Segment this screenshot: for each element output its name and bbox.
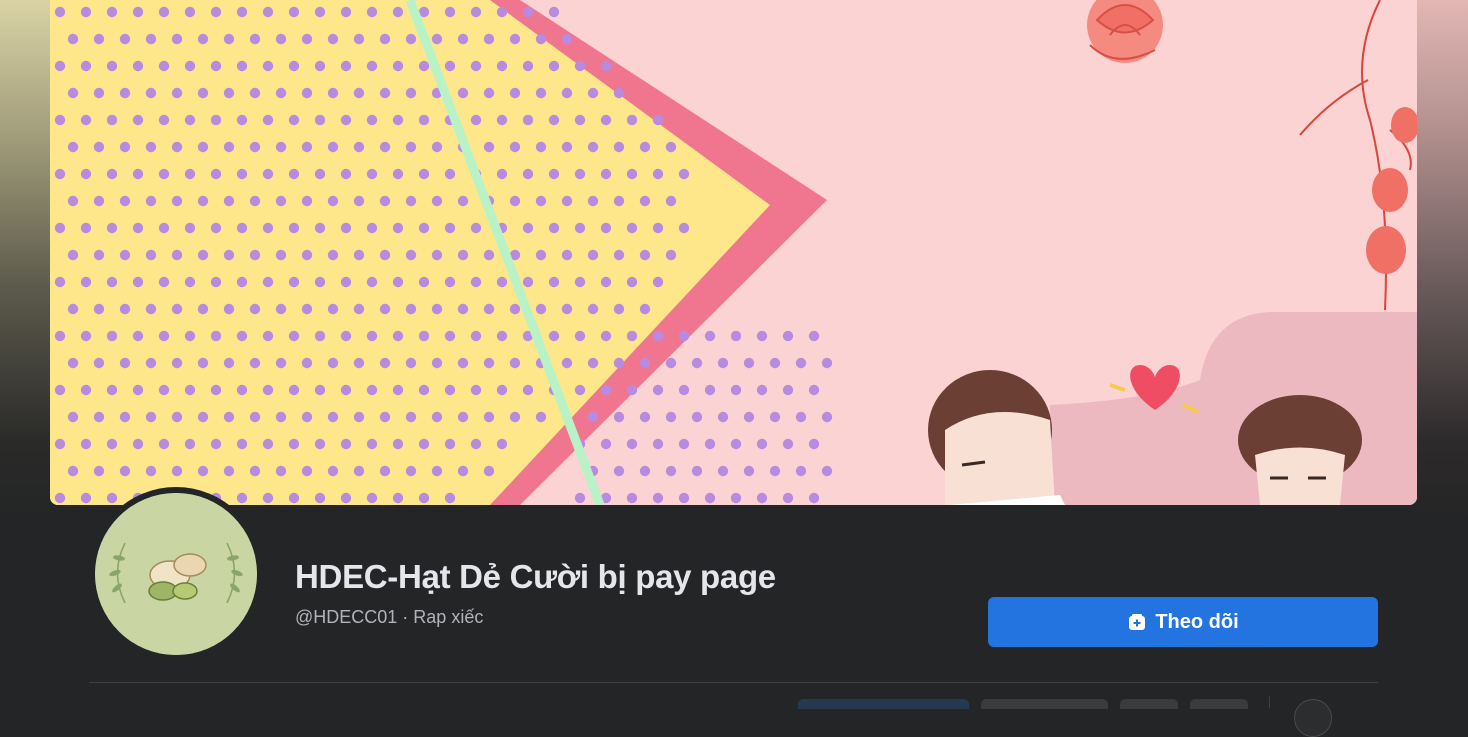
page-username: @HDECC01 — [295, 607, 398, 627]
background-blur-right — [1416, 0, 1468, 520]
actions-separator — [1269, 696, 1270, 708]
header-divider — [89, 682, 1378, 683]
action-button-partial-2[interactable] — [981, 699, 1108, 709]
action-button-partial-3[interactable] — [1120, 699, 1178, 709]
follow-page-icon — [1127, 612, 1147, 632]
page-subtitle: @HDECC01 · Rap xiếc — [295, 607, 483, 628]
follow-button-label: Theo dõi — [1155, 610, 1239, 633]
cover-illustration — [50, 0, 1417, 505]
cover-photo[interactable] — [50, 0, 1417, 505]
page-title: HDEC-Hạt Dẻ Cười bị pay page — [295, 558, 776, 595]
action-button-partial-1[interactable] — [798, 699, 969, 709]
follow-button[interactable]: Theo dõi — [988, 597, 1378, 647]
profile-picture[interactable] — [89, 487, 263, 661]
subtitle-separator: · — [397, 607, 414, 627]
pistachio-logo — [95, 493, 257, 655]
profile-picture-image — [95, 493, 257, 655]
background-blur-left — [0, 0, 50, 520]
action-button-partial-4[interactable] — [1190, 699, 1248, 709]
page-category[interactable]: Rap xiếc — [413, 607, 483, 627]
